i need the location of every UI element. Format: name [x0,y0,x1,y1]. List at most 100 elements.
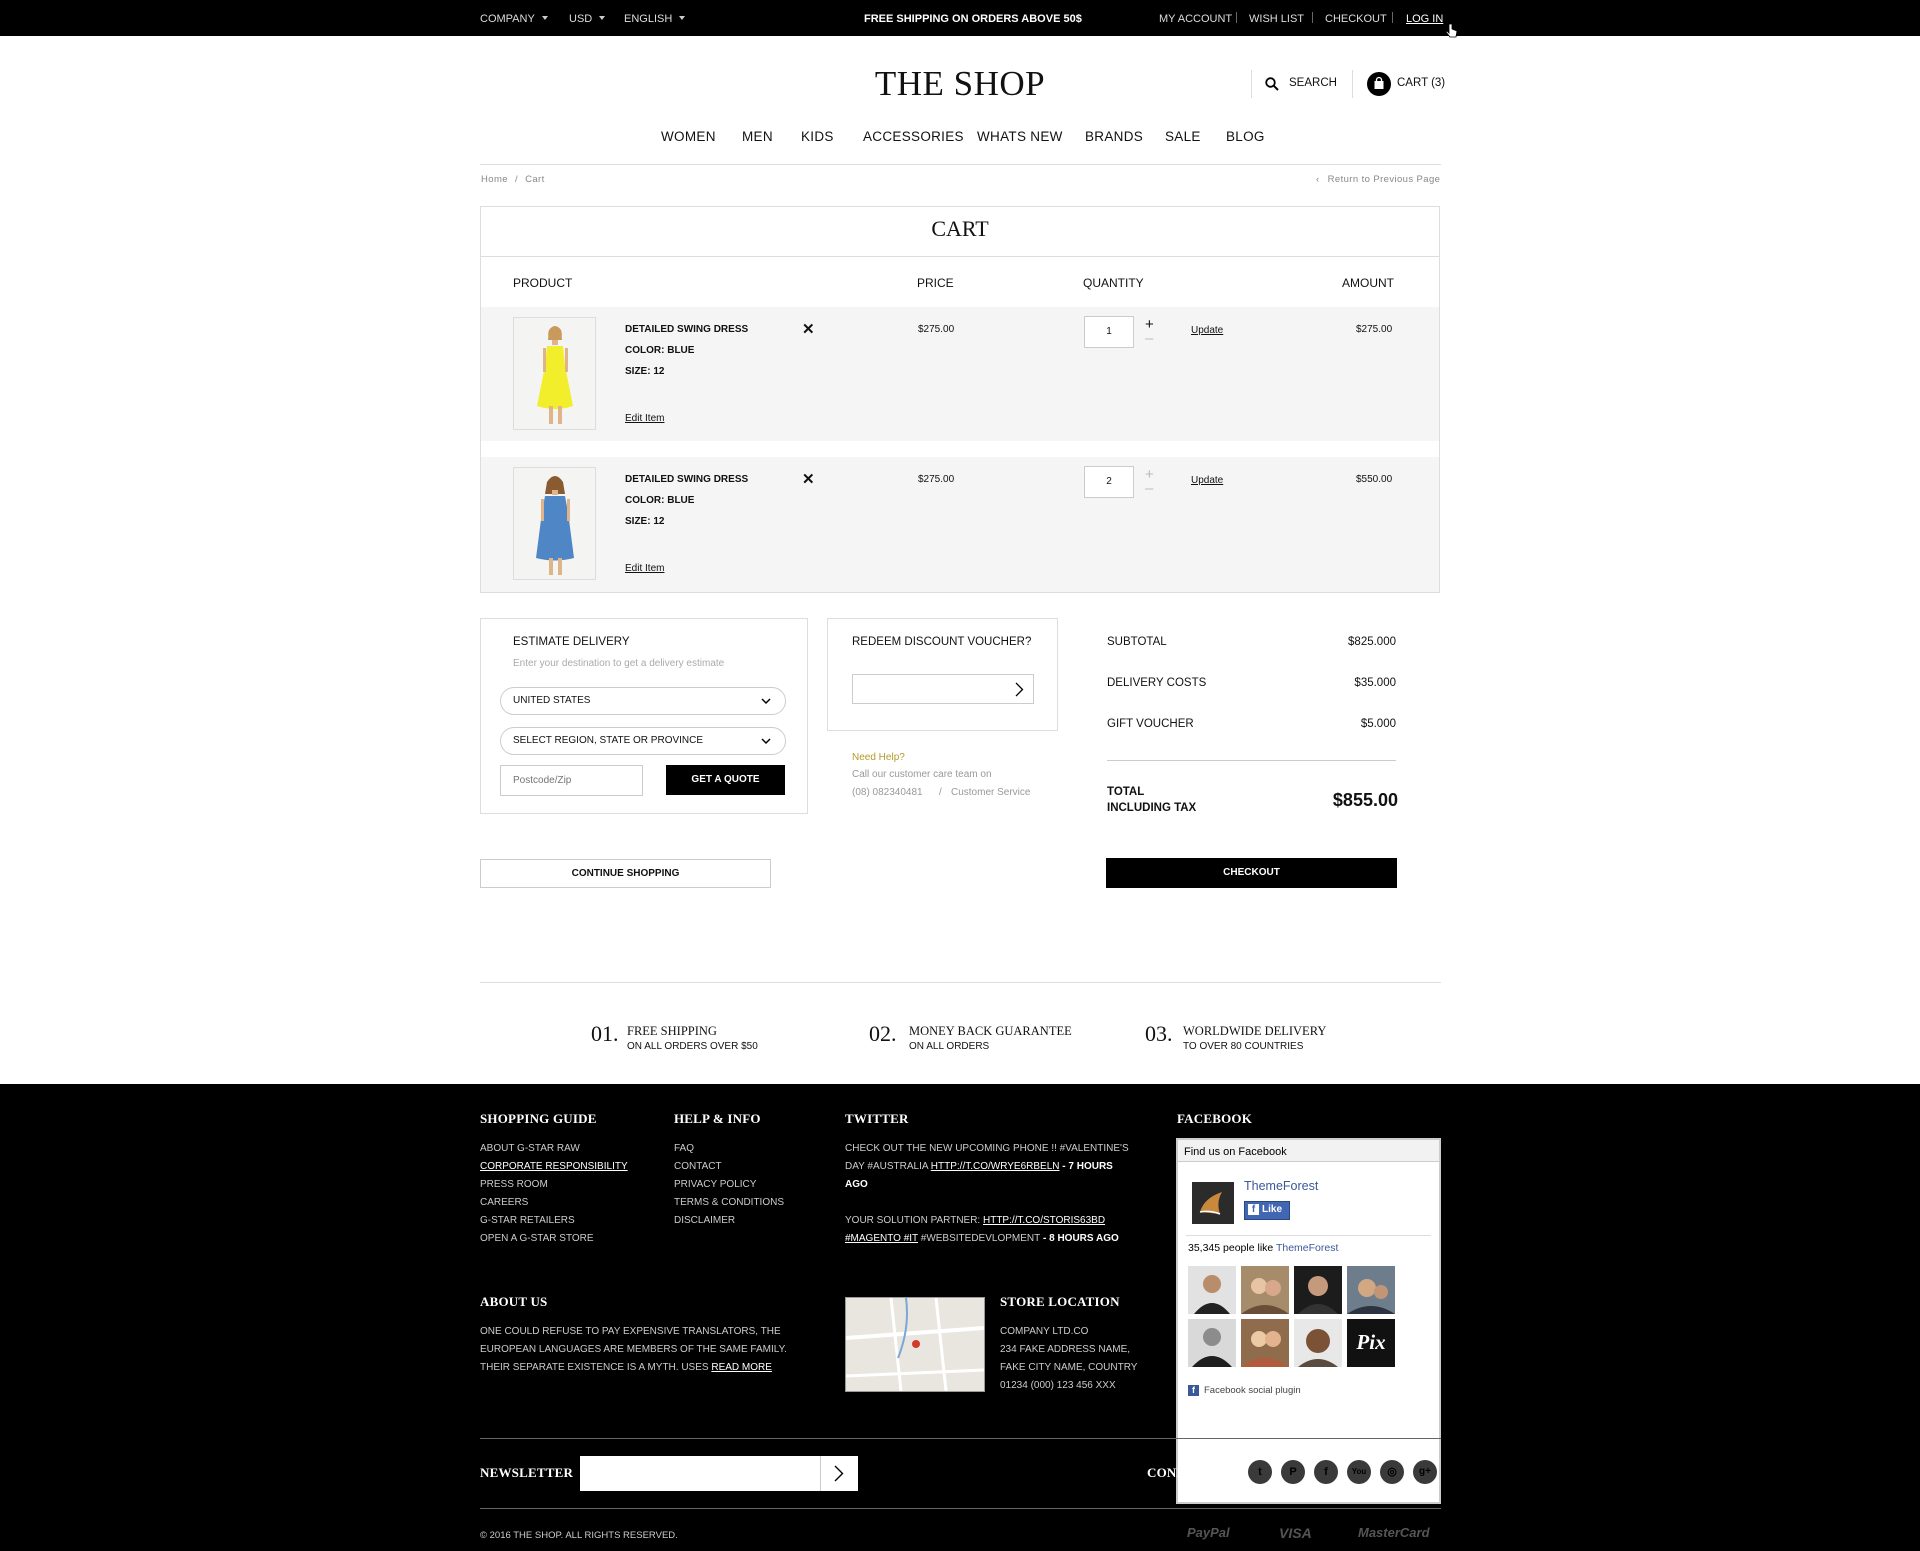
edit-item-link[interactable]: Edit Item [625,563,664,574]
update-button[interactable]: Update [1191,475,1223,486]
voucher-input[interactable] [852,674,1034,704]
wish-list-link[interactable]: WISH LIST [1249,13,1304,25]
product-thumbnail[interactable] [513,317,596,430]
item-amount: $275.00 [1356,324,1393,335]
login-link[interactable]: LOG IN [1406,13,1443,25]
remove-icon[interactable]: ✕ [802,320,815,338]
fan-avatar-pix[interactable]: Pix [1347,1319,1395,1367]
separator: / [939,787,942,798]
feature-title: FREE SHIPPING [627,1024,717,1038]
nav-women[interactable]: WOMEN [661,129,716,144]
footer-link[interactable]: PRESS ROOM [480,1176,628,1194]
facebook-page-link[interactable]: ThemeForest [1244,1179,1318,1193]
fan-avatar[interactable] [1294,1266,1342,1314]
feature-subtitle: ON ALL ORDERS [909,1041,990,1052]
footer-link[interactable]: ABOUT G-STAR RAW [480,1140,628,1158]
region-select[interactable]: SELECT REGION, STATE OR PROVINCE [500,727,786,755]
my-account-link[interactable]: MY ACCOUNT [1159,13,1232,25]
chevron-down-icon [679,16,686,20]
footer-link[interactable]: CONTACT [674,1158,784,1176]
get-quote-button[interactable]: GET A QUOTE [666,765,785,795]
footer-link[interactable]: CAREERS [480,1194,628,1212]
nav-whats-new[interactable]: WHATS NEW [977,129,1063,144]
google-plus-icon[interactable]: g+ [1413,1460,1437,1484]
facebook-icon: f [1248,1204,1259,1215]
product-name[interactable]: DETAILED SWING DRESS [625,474,748,485]
chevron-right-icon[interactable] [834,1465,844,1482]
twitter-icon[interactable]: t [1248,1460,1272,1484]
nav-sale[interactable]: SALE [1165,129,1201,144]
footer-link[interactable]: FAQ [674,1140,784,1158]
facebook-title: FACEBOOK [1177,1111,1253,1126]
store-line: 234 FAKE ADDRESS NAME, [1000,1344,1131,1355]
tweet-link[interactable]: HTTP://T.CO/STORIS63BD [983,1215,1105,1226]
facebook-like-button[interactable]: f Like [1244,1201,1290,1220]
product-size: SIZE: 12 [625,366,665,377]
feature-number: 03. [1145,1021,1173,1046]
fan-avatar[interactable] [1188,1319,1236,1367]
checkout-button[interactable]: CHECKOUT [1106,858,1397,888]
tweet-link[interactable]: HTTP://T.CO/WRYE6RBELN [931,1161,1060,1172]
quantity-input[interactable]: 1 [1084,316,1134,348]
continue-shopping-button[interactable]: CONTINUE SHOPPING [480,859,771,888]
fan-avatar[interactable] [1347,1266,1395,1314]
estimate-delivery-subtitle: Enter your destination to get a delivery… [513,658,725,669]
language-dropdown[interactable]: ENGLISH [624,13,686,25]
fan-avatar[interactable] [1294,1319,1342,1367]
remove-icon[interactable]: ✕ [802,470,815,488]
footer-link[interactable]: OPEN A G-STAR STORE [480,1230,628,1248]
footer-link[interactable]: TERMS & CONDITIONS [674,1194,784,1212]
edit-item-link[interactable]: Edit Item [625,413,664,424]
footer: SHOPPING GUIDE ABOUT G-STAR RAW CORPORAT… [0,1084,1920,1551]
quantity-input[interactable]: 2 [1084,466,1134,498]
customer-service-link[interactable]: Customer Service [951,787,1030,798]
postcode-input[interactable] [500,765,643,796]
footer-link[interactable]: PRIVACY POLICY [674,1176,784,1194]
company-dropdown[interactable]: COMPANY [480,13,548,25]
update-button[interactable]: Update [1191,325,1223,336]
site-logo[interactable]: THE SHOP [0,64,1920,104]
facebook-icon[interactable]: f [1314,1460,1338,1484]
fan-avatar[interactable] [1241,1266,1289,1314]
facebook-icon: f [1188,1385,1199,1396]
nav-kids[interactable]: KIDS [801,129,834,144]
youtube-icon[interactable]: You [1347,1460,1371,1484]
instagram-icon[interactable]: ◎ [1380,1460,1404,1484]
breadcrumb-home[interactable]: Home [481,174,508,185]
minus-icon[interactable]: – [1145,331,1153,346]
store-line: FAKE CITY NAME, COUNTRY [1000,1362,1138,1373]
product-name[interactable]: DETAILED SWING DRESS [625,324,748,335]
checkout-link[interactable]: CHECKOUT [1325,13,1387,25]
currency-dropdown[interactable]: USD [569,13,606,25]
footer-link[interactable]: DISCLAIMER [674,1212,784,1230]
twitter-title: TWITTER [845,1111,909,1126]
divider [480,982,1441,983]
likes-page-link[interactable]: ThemeForest [1276,1242,1338,1254]
top-bar: COMPANY USD ENGLISH FREE SHIPPING ON ORD… [0,0,1920,38]
avatar-image [1241,1266,1289,1314]
product-thumbnail[interactable] [513,467,596,580]
footer-link[interactable]: CORPORATE RESPONSIBILITY [480,1158,628,1176]
chevron-right-icon[interactable] [1015,682,1024,697]
divider [1392,12,1393,23]
nav-brands[interactable]: BRANDS [1085,129,1143,144]
minus-icon[interactable]: – [1145,481,1153,496]
store-map[interactable] [845,1297,985,1392]
item-price: $275.00 [918,324,955,335]
pinterest-icon[interactable]: P [1281,1460,1305,1484]
column-amount: AMOUNT [1342,276,1394,290]
fan-avatar[interactable] [1188,1266,1236,1314]
footer-link[interactable]: G-STAR RETAILERS [480,1212,628,1230]
breadcrumb-current: Cart [525,174,545,185]
themeforest-logo[interactable] [1192,1182,1234,1224]
country-select[interactable]: UNITED STATES [500,687,786,715]
nav-blog[interactable]: BLOG [1226,129,1265,144]
nav-accessories[interactable]: ACCESSORIES [863,129,964,144]
newsletter-input[interactable] [580,1456,858,1491]
breadcrumb: Home / Cart [481,174,545,185]
return-previous-link[interactable]: ‹ Return to Previous Page [1316,174,1440,185]
read-more-link[interactable]: READ MORE [711,1362,772,1373]
fan-avatar[interactable] [1241,1319,1289,1367]
tweet-hashtags[interactable]: #MAGENTO #IT [845,1233,918,1244]
nav-men[interactable]: MEN [742,129,773,144]
